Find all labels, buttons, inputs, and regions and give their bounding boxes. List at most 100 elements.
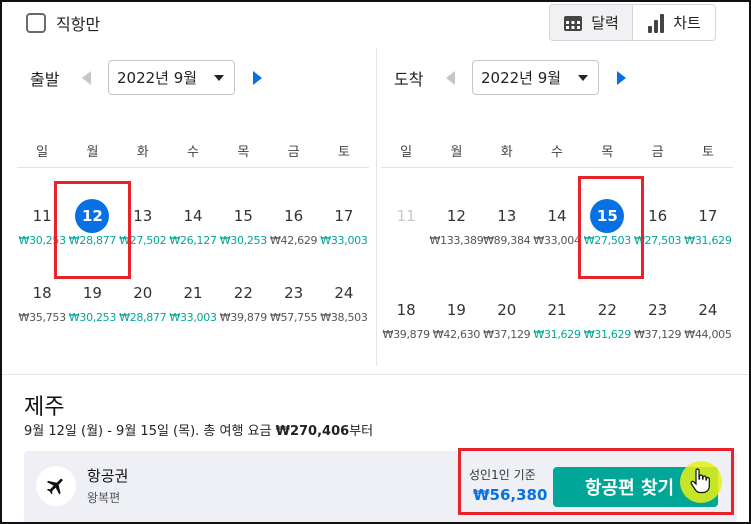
arrival-label: 도착: [394, 69, 424, 89]
destination-title: 제주: [24, 395, 65, 420]
arrival-date-cell[interactable]: 17 ₩31,629: [683, 199, 733, 248]
day-price: ₩33,003: [169, 311, 217, 324]
direct-only-toggle[interactable]: 직항만: [26, 11, 100, 35]
calendar-divider: [376, 48, 377, 366]
day-number: 21: [547, 301, 567, 319]
day-price: ₩26,127: [169, 234, 217, 247]
day-price: ₩44,005: [684, 328, 732, 341]
day-number: 15: [233, 207, 253, 225]
plane-icon: [46, 478, 63, 495]
day-number: 14: [547, 207, 567, 225]
departure-label: 출발: [30, 69, 60, 89]
day-price: ₩57,755: [269, 311, 318, 324]
direct-only-checkbox[interactable]: [26, 13, 46, 33]
day-price: ₩33,003: [320, 234, 368, 247]
arrival-date-cell[interactable]: 20 ₩37,129: [482, 293, 532, 342]
chevron-down-icon: [578, 74, 588, 81]
calendar-view-button[interactable]: 달력: [550, 5, 633, 40]
day-number: 24: [698, 301, 718, 319]
day-price: ₩42,630: [432, 328, 481, 341]
day-number: 12: [446, 207, 466, 225]
arrival-week: 11 12 ₩133,389 13 ₩89,384 14 ₩33,004 15 ₩27,503 1…: [381, 199, 733, 248]
departure-date-cell[interactable]: 22 ₩39,879: [218, 276, 268, 325]
departure-date-cell[interactable]: 19 ₩30,253: [67, 276, 117, 325]
departure-month-select[interactable]: 2022년 9월: [108, 60, 235, 95]
day-price: ₩30,253: [68, 311, 117, 324]
chevron-down-icon: [214, 74, 224, 81]
departure-date-cell[interactable]: 21 ₩33,003: [168, 276, 218, 325]
arrival-date-cell: 11: [381, 199, 431, 248]
day-price: ₩31,629: [533, 328, 581, 341]
arrival-date-cell[interactable]: 13 ₩89,384: [482, 199, 532, 248]
departure-prev-month-icon[interactable]: [82, 70, 91, 85]
arrival-month-select[interactable]: 2022년 9월: [472, 60, 599, 95]
arrival-date-cell[interactable]: 22 ₩31,629: [582, 293, 632, 342]
day-price: ₩37,129: [483, 328, 531, 341]
day-number: 21: [183, 284, 203, 302]
weekday: 일: [36, 145, 49, 160]
day-number: 18: [396, 301, 416, 319]
arrival-date-cell[interactable]: 14 ₩33,004: [532, 199, 582, 248]
departure-next-month-icon[interactable]: [253, 70, 262, 85]
day-price: ₩31,629: [583, 328, 632, 341]
departure-date-cell[interactable]: 23 ₩57,755: [268, 276, 318, 325]
arrival-date-cell[interactable]: 24 ₩44,005: [683, 293, 733, 342]
card-subtitle: 왕복편: [87, 491, 121, 505]
weekday: 금: [651, 145, 664, 160]
weekday: 일: [400, 145, 413, 160]
arrival-date-cell[interactable]: 19 ₩42,630: [431, 293, 481, 342]
day-number: 23: [648, 301, 668, 319]
departure-date-cell[interactable]: 24 ₩38,503: [319, 276, 369, 325]
arrival-prev-month-icon[interactable]: [446, 70, 455, 85]
calendar-view-label: 달력: [591, 14, 619, 32]
plane-icon-wrap: [36, 466, 76, 506]
arrival-date-cell[interactable]: 12 ₩133,389: [429, 199, 484, 248]
summary-total: ₩270,406: [275, 424, 350, 439]
departure-date-cell[interactable]: 18 ₩35,753: [17, 276, 67, 325]
day-number: 16: [648, 207, 668, 225]
weekday: 목: [601, 145, 614, 160]
trip-summary: 9월 12일 (월) - 9월 15일 (목). 총 여행 요금 ₩270,40…: [24, 420, 373, 439]
chart-view-button[interactable]: 차트: [633, 5, 715, 40]
departure-date-cell[interactable]: 20 ₩28,877: [118, 276, 168, 325]
departure-date-cell[interactable]: 15 ₩30,253: [218, 199, 268, 248]
departure-date-cell[interactable]: 14 ₩26,127: [168, 199, 218, 248]
arrival-weekday-rule: [381, 167, 733, 168]
weekday: 토: [701, 145, 714, 160]
direct-only-label: 직항만: [56, 15, 101, 34]
day-price: ₩37,129: [633, 328, 682, 341]
bar-chart-icon: [648, 13, 665, 33]
departure-month-value: 2022년 9월: [117, 69, 198, 87]
day-price: ₩133,389: [429, 234, 484, 247]
chart-view-label: 차트: [673, 14, 701, 32]
weekday: 화: [500, 145, 513, 160]
arrival-weekdays: 일 월 화 수 목 금 토: [381, 141, 733, 160]
day-price: ₩28,877: [119, 311, 167, 324]
day-number: 11: [396, 207, 416, 225]
summary-divider: [2, 374, 749, 375]
arrival-date-cell[interactable]: 23 ₩37,129: [632, 293, 682, 342]
day-number: 23: [284, 284, 304, 302]
arrival-next-month-icon[interactable]: [617, 70, 626, 85]
weekday: 금: [287, 145, 300, 160]
arrival-date-cell[interactable]: 21 ₩31,629: [532, 293, 582, 342]
day-price: ₩35,753: [18, 311, 67, 324]
day-price: ₩33,004: [533, 234, 581, 247]
calendar-icon: [564, 15, 583, 31]
departure-date-cell[interactable]: 17 ₩33,003: [319, 199, 369, 248]
day-number: 20: [133, 284, 153, 302]
departure-date-cell[interactable]: 16 ₩42,629: [268, 199, 318, 248]
day-number: 20: [497, 301, 517, 319]
highlight-departure-date: [54, 181, 131, 279]
weekday: 수: [187, 145, 200, 160]
day-price: ₩39,879: [219, 311, 268, 324]
weekday: 토: [337, 145, 350, 160]
day-price: ₩89,384: [483, 234, 531, 247]
day-number: 22: [233, 284, 253, 302]
weekday: 월: [450, 145, 463, 160]
weekday: 수: [551, 145, 564, 160]
day-number: 13: [497, 207, 517, 225]
arrival-header: 도착 2022년 9월: [394, 60, 626, 95]
arrival-date-cell[interactable]: 18 ₩39,879: [381, 293, 431, 342]
arrival-week: 18 ₩39,879 19 ₩42,630 20 ₩37,129 21 ₩31,629 22 ₩3…: [381, 293, 733, 342]
